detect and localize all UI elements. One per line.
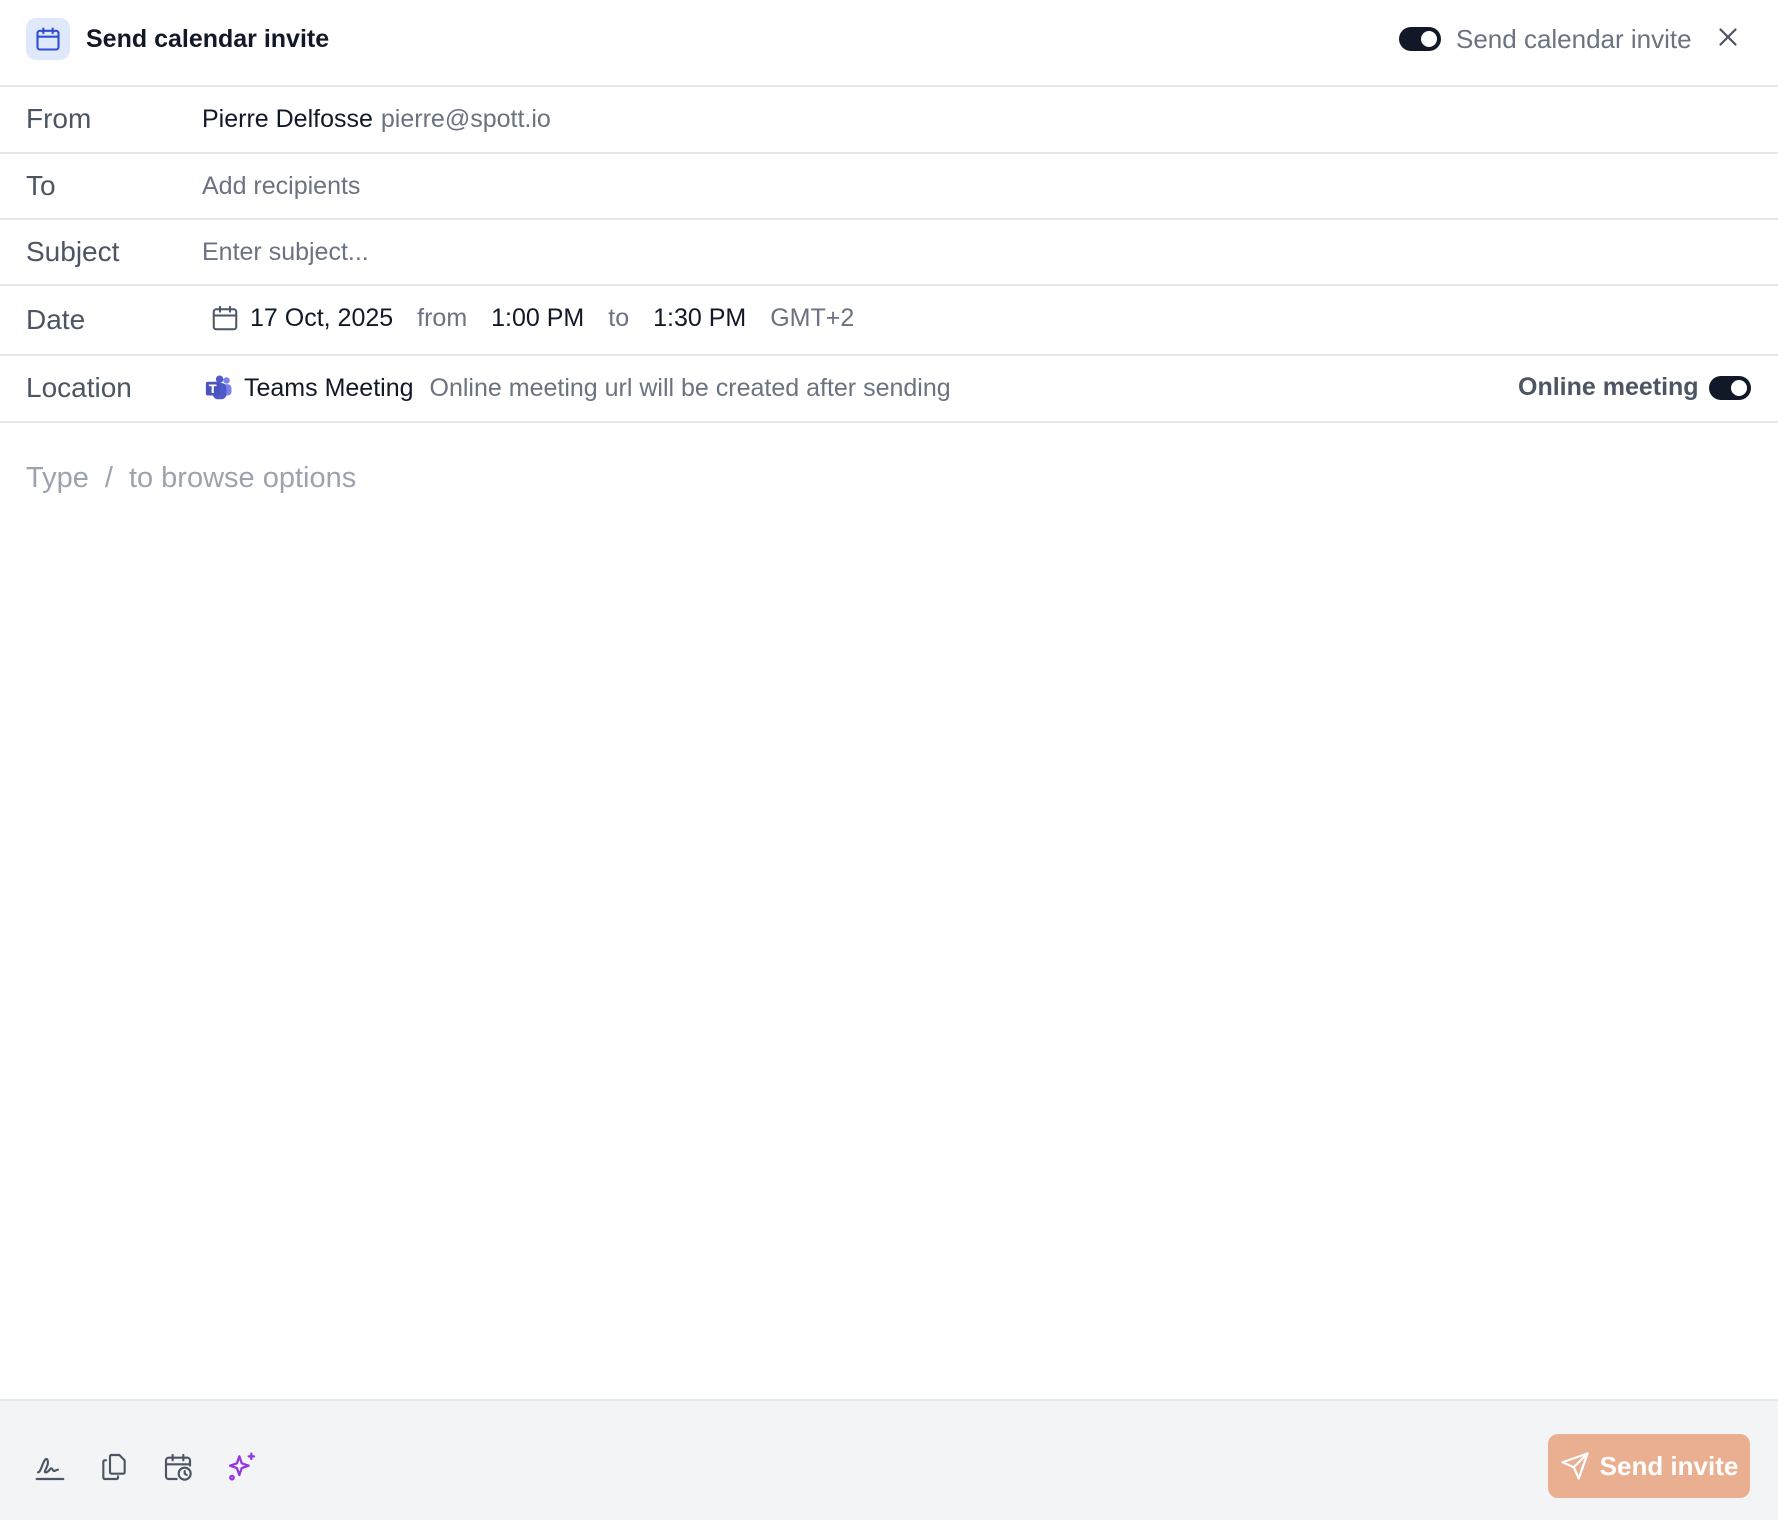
teams-icon: T (204, 373, 234, 403)
from-row: From Pierre Delfosse pierre@spott.io (0, 87, 1778, 154)
calendar-clock-icon[interactable] (162, 1451, 194, 1483)
to-label: To (26, 170, 56, 201)
meeting-note: Online meeting url will be created after… (429, 373, 951, 402)
date-picker[interactable]: 17 Oct, 2025 (250, 304, 393, 333)
editor-hint: to browse options (128, 462, 357, 494)
send-invite-label: Send invite (1599, 1450, 1739, 1481)
date-row: Date 17 Oct, 2025 from 1:00 PM to 1:30 P… (0, 286, 1778, 356)
sender-name: Pierre Delfosse (202, 105, 373, 133)
signature-icon[interactable] (34, 1451, 66, 1483)
from-word: from (417, 303, 468, 332)
calendar-icon (26, 18, 70, 60)
dialog-footer: Send invite (0, 1399, 1778, 1520)
from-label: From (26, 103, 92, 134)
date-label: Date (26, 304, 86, 335)
date-controls: 17 Oct, 2025 from 1:00 PM to 1:30 PM GMT… (210, 303, 854, 333)
message-body-editor[interactable]: Type / to browse options (26, 462, 356, 495)
send-calendar-invite-toggle[interactable] (1399, 27, 1441, 51)
dialog-title: Send calendar invite (86, 25, 330, 53)
send-calendar-invite-label: Send calendar invite (1456, 24, 1692, 54)
location-label: Location (26, 372, 132, 403)
online-meeting-toggle[interactable] (1709, 376, 1751, 400)
end-time-picker[interactable]: 1:30 PM (653, 304, 746, 333)
online-meeting-label: Online meeting (1518, 373, 1699, 401)
sender-email: pierre@spott.io (380, 105, 551, 133)
location-row: Location T Teams Meeting Online meeting … (0, 356, 1778, 423)
toggle-knob (1421, 31, 1437, 47)
send-invite-button[interactable]: Send invite (1548, 1434, 1750, 1498)
svg-text:T: T (209, 383, 217, 396)
calendar-icon[interactable] (210, 303, 240, 333)
timezone-picker[interactable]: GMT+2 (770, 304, 854, 333)
toggle-knob (1731, 380, 1747, 396)
subject-row: Subject Enter subject... (0, 220, 1778, 286)
from-value[interactable]: Pierre Delfosse pierre@spott.io (202, 105, 551, 134)
meeting-provider: Teams Meeting (244, 373, 414, 402)
to-row: To Add recipients (0, 154, 1778, 220)
send-icon (1561, 1452, 1589, 1480)
editor-slash: / (104, 462, 113, 494)
subject-label: Subject (26, 236, 120, 267)
sparkles-icon[interactable] (226, 1451, 258, 1483)
editor-type-word: Type (26, 462, 89, 494)
close-icon[interactable] (1713, 22, 1743, 52)
to-input[interactable]: Add recipients (202, 172, 360, 201)
dialog-header: Send calendar invite Send calendar invit… (0, 0, 1778, 87)
to-word: to (608, 303, 630, 332)
start-time-picker[interactable]: 1:00 PM (491, 304, 584, 333)
subject-input[interactable]: Enter subject... (202, 238, 369, 267)
location-value[interactable]: T Teams Meeting Online meeting url will … (204, 373, 951, 403)
copy-icon[interactable] (98, 1451, 130, 1483)
